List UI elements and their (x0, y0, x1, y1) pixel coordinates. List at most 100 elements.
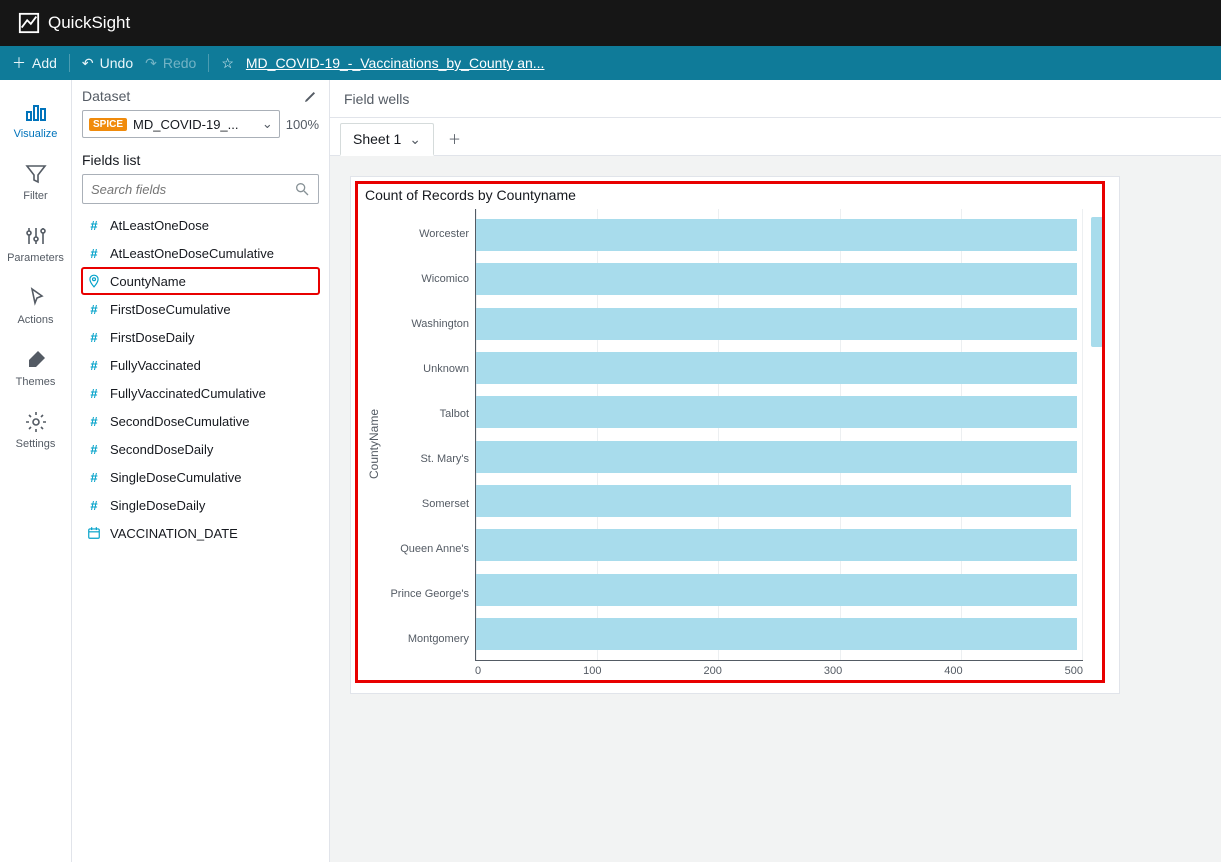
nav-label: Settings (16, 438, 56, 450)
x-axis: 0100200300400500 (475, 661, 1083, 679)
field-label: FullyVaccinated (110, 358, 201, 373)
location-pin-icon (86, 274, 102, 288)
analysis-title-link[interactable]: MD_COVID-19_-_Vaccinations_by_County an.… (246, 55, 545, 71)
favorite-button[interactable]: ☆ (221, 55, 234, 72)
chevron-down-icon: ⌄ (262, 116, 273, 132)
field-wells-label: Field wells (344, 91, 409, 107)
fields-list-heading: Fields list (82, 152, 319, 168)
y-category-label: Talbot (383, 408, 469, 420)
field-item[interactable]: #SecondDoseDaily (82, 436, 319, 462)
nav-visualize[interactable]: Visualize (0, 90, 71, 148)
add-button[interactable]: ＋ Add (12, 53, 57, 73)
nav-themes[interactable]: Themes (0, 338, 71, 396)
bars-area (475, 209, 1083, 661)
app-header: QuickSight (0, 0, 1221, 46)
y-category-label: Worcester (383, 228, 469, 240)
chart-wrap: CountyName WorcesterWicomicoWashingtonUn… (365, 209, 1105, 679)
spice-badge: SPICE (89, 118, 127, 131)
bar[interactable] (476, 263, 1077, 295)
field-label: FirstDoseDaily (110, 330, 195, 345)
product-name: QuickSight (48, 13, 130, 33)
undo-label: Undo (100, 55, 133, 71)
nav-label: Visualize (14, 128, 58, 140)
nav-parameters[interactable]: Parameters (0, 214, 71, 272)
dataset-select[interactable]: SPICE MD_COVID-19_... ⌄ (82, 110, 280, 138)
import-percent: 100% (286, 117, 319, 132)
nav-filter[interactable]: Filter (0, 152, 71, 210)
field-item[interactable]: #AtLeastOneDoseCumulative (82, 240, 319, 266)
sheet-tab-label: Sheet 1 (353, 131, 401, 147)
pencil-icon (303, 88, 319, 104)
number-icon: # (86, 302, 102, 317)
bar[interactable] (476, 396, 1077, 428)
field-wells-bar[interactable]: Field wells (330, 80, 1221, 118)
star-icon: ☆ (221, 55, 234, 72)
sliders-icon (24, 224, 48, 248)
bar[interactable] (476, 574, 1077, 606)
x-tick-label: 300 (824, 665, 842, 679)
field-item[interactable]: # FullyVaccinatedCumulative (82, 380, 319, 406)
field-item[interactable]: VACCINATION_DATE (82, 520, 319, 546)
bar[interactable] (476, 441, 1077, 473)
visual-card[interactable]: Count of Records by Countyname CountyNam… (350, 176, 1120, 694)
field-label: VACCINATION_DATE (110, 526, 238, 541)
nav-label: Parameters (7, 252, 64, 264)
number-icon: # (86, 414, 102, 429)
field-item[interactable]: #SingleDoseDaily (82, 492, 319, 518)
plus-icon: ＋ (448, 129, 461, 148)
add-sheet-button[interactable]: ＋ (440, 122, 469, 155)
sheet-tab-1[interactable]: Sheet 1 ⌄ (340, 123, 434, 156)
field-item[interactable]: #SecondDoseCumulative (82, 408, 319, 434)
field-item[interactable]: #AtLeastOneDose (82, 212, 319, 238)
separator (208, 54, 209, 72)
y-category-label: Unknown (383, 363, 469, 375)
search-fields-input[interactable] (91, 182, 286, 197)
number-icon: # (86, 498, 102, 513)
x-tick-label: 200 (704, 665, 722, 679)
bar[interactable] (476, 352, 1077, 384)
gear-icon (24, 410, 48, 434)
number-icon: # (86, 386, 102, 401)
y-categories: Worcester Wicomico Washington Unknown Talbot… (383, 209, 475, 679)
chevron-down-icon: ⌄ (409, 131, 421, 148)
field-label: FullyVaccinatedCumulative (110, 386, 266, 401)
nav-label: Actions (17, 314, 53, 326)
bar-chart-icon (24, 100, 48, 124)
y-category-label: Wicomico (383, 273, 469, 285)
plot-area: 0100200300400500 (475, 209, 1083, 679)
field-item[interactable]: # FirstDoseCumulative (82, 296, 319, 322)
redo-label: Redo (163, 55, 196, 71)
y-category-label: Washington (383, 318, 469, 330)
dataset-name: MD_COVID-19_... (133, 117, 256, 132)
field-item[interactable]: #FullyVaccinated (82, 352, 319, 378)
search-fields-input-wrap[interactable] (82, 174, 319, 204)
field-label: FirstDoseCumulative (110, 302, 231, 317)
nav-settings[interactable]: Settings (0, 400, 71, 458)
field-item[interactable]: CountyName (82, 268, 319, 294)
bar[interactable] (476, 618, 1077, 650)
field-item[interactable]: #SingleDoseCumulative (82, 464, 319, 490)
visual-area: Count of Records by Countyname CountyNam… (330, 156, 1221, 862)
pointer-icon (24, 286, 48, 310)
bar[interactable] (476, 529, 1077, 561)
nav-actions[interactable]: Actions (0, 276, 71, 334)
product-logo[interactable]: QuickSight (18, 12, 130, 34)
field-item[interactable]: #FirstDoseDaily (82, 324, 319, 350)
undo-button[interactable]: ↶ Undo (82, 55, 133, 72)
x-tick-label: 500 (1065, 665, 1083, 679)
y-category-label: Somerset (383, 498, 469, 510)
separator (69, 54, 70, 72)
edit-dataset-button[interactable] (303, 88, 319, 104)
scroll-thumb[interactable] (1091, 217, 1103, 347)
bar[interactable] (476, 308, 1077, 340)
x-tick-label: 400 (944, 665, 962, 679)
redo-button[interactable]: ↷ Redo (145, 55, 196, 72)
dataset-heading: Dataset (82, 88, 130, 104)
chart-scroll[interactable] (1091, 209, 1105, 679)
bar[interactable] (476, 485, 1071, 517)
bar[interactable] (476, 219, 1077, 251)
field-label: SingleDoseCumulative (110, 470, 242, 485)
quicksight-icon (18, 12, 40, 34)
add-label: Add (32, 55, 57, 71)
number-icon: # (86, 218, 102, 233)
